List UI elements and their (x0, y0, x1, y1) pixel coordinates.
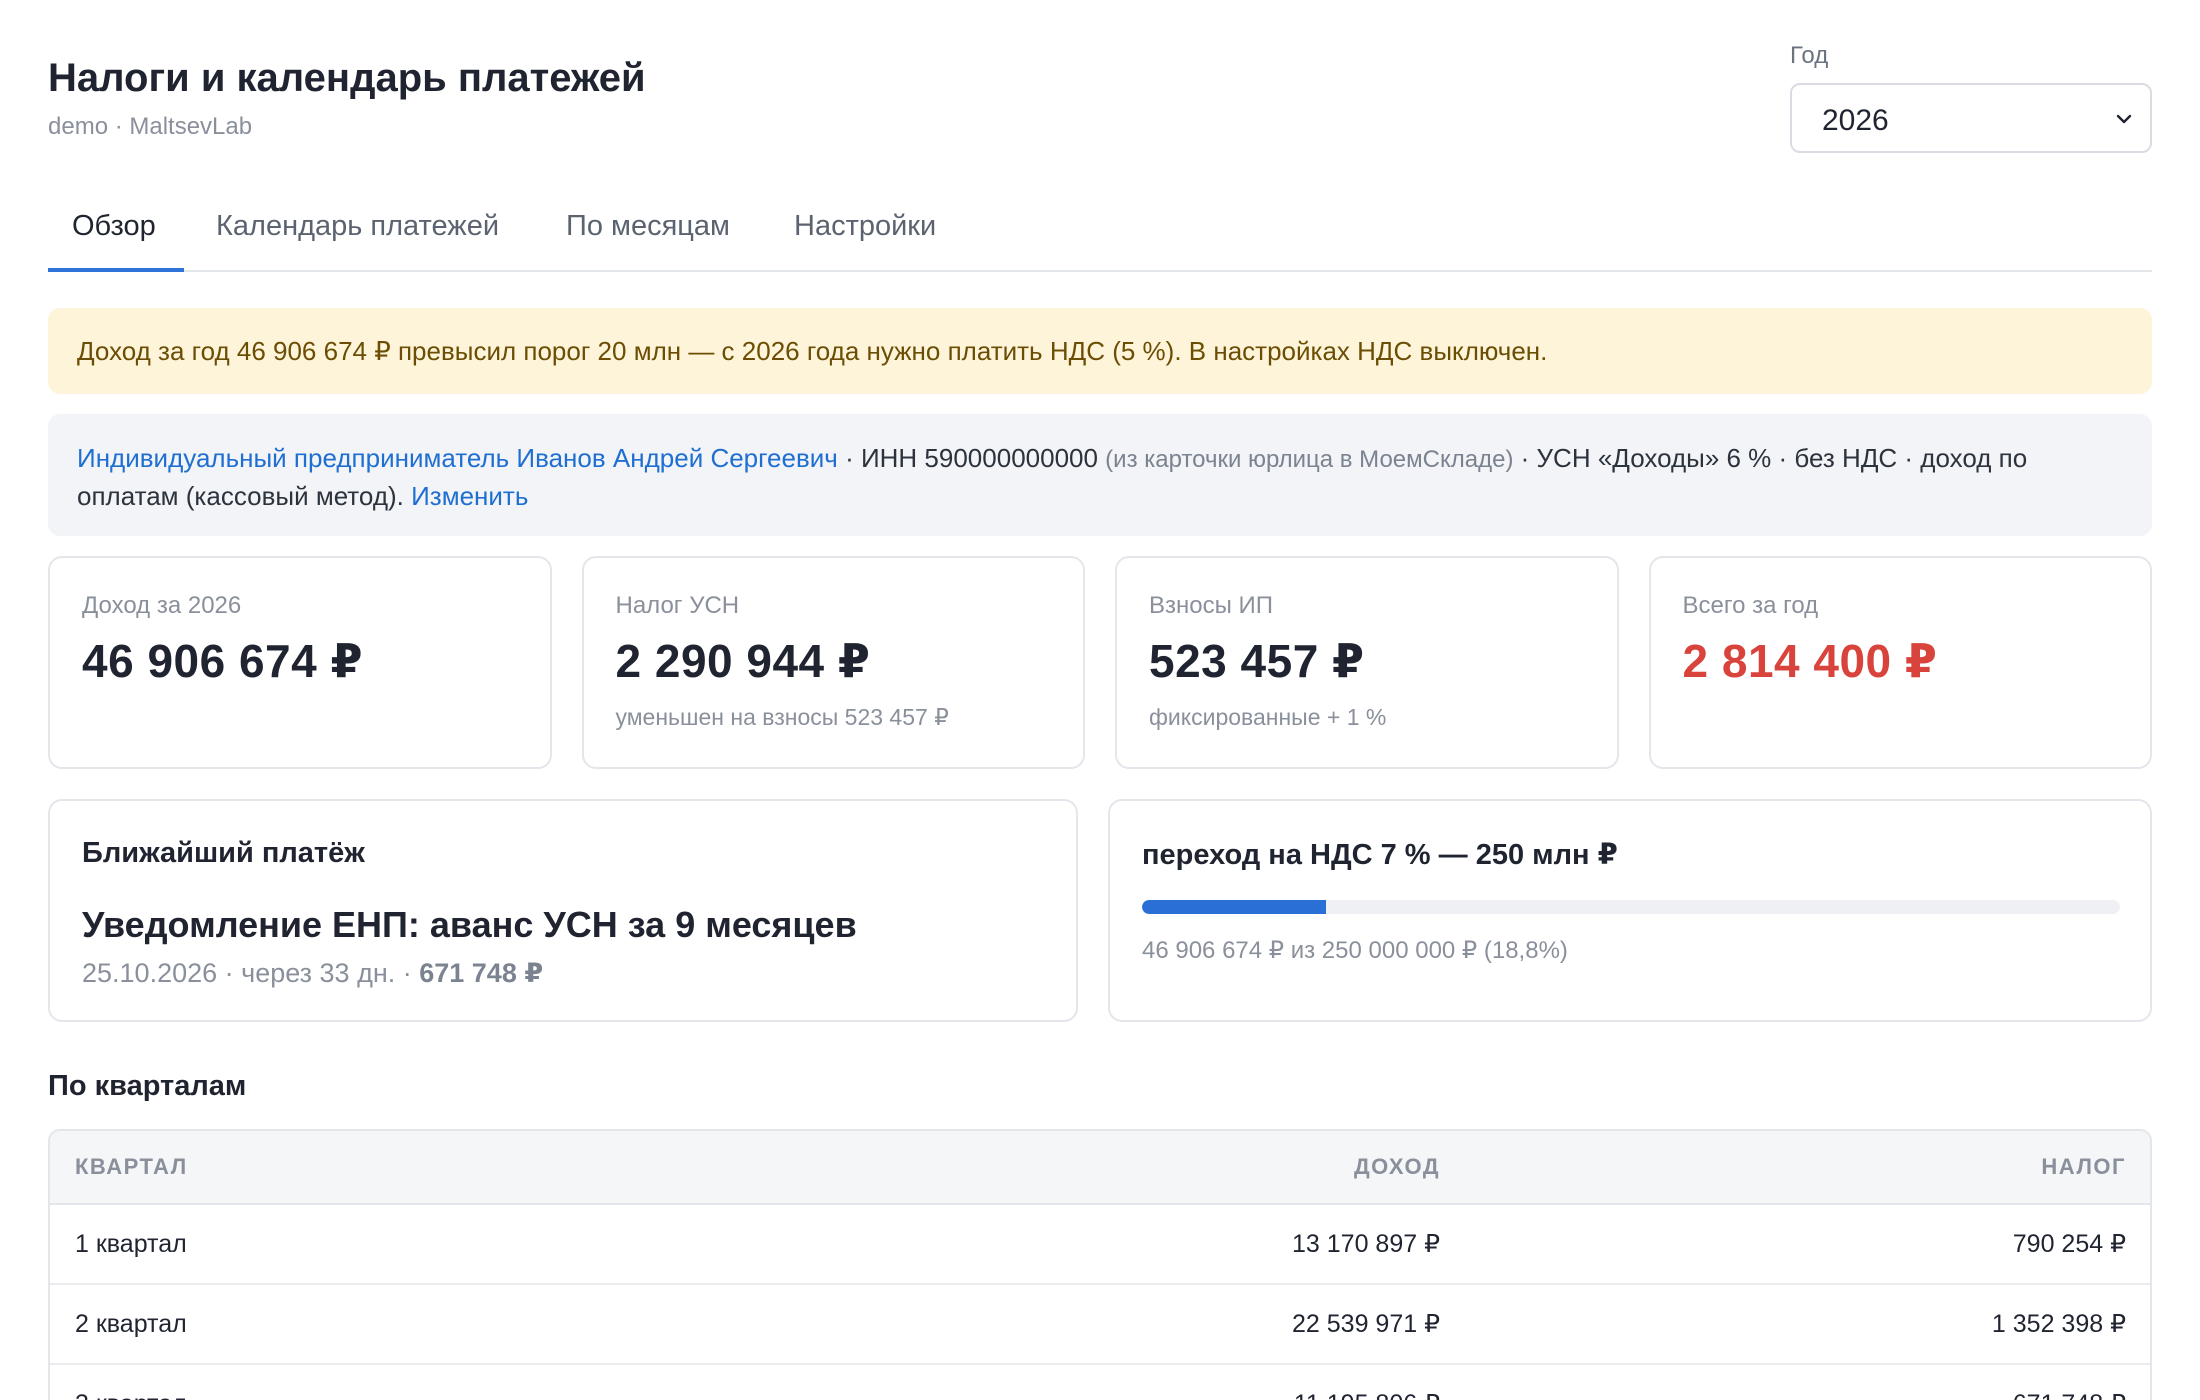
table-header: КВАРТАЛ ДОХОД НАЛОГ (50, 1131, 2150, 1205)
year-select[interactable]: 2026 (1790, 83, 2152, 153)
tab-payment-calendar[interactable]: Календарь платежей (216, 210, 499, 271)
page-title: Налоги и календарь платежей (48, 56, 646, 100)
vat-progress-fill (1142, 900, 1326, 914)
year-select-value: 2026 (1822, 104, 1889, 137)
stat-label: Доход за 2026 (82, 592, 242, 619)
table-row: 1 квартал 13 170 897 ₽ 790 254 ₽ (50, 1205, 2150, 1285)
stat-card-total: Всего за год 2 814 400 ₽ (1648, 556, 2152, 769)
cell-tax: 671 748 ₽ (1440, 1389, 2150, 1400)
stat-subtext: фиксированные + 1 % (1149, 704, 1387, 730)
column-header-tax: НАЛОГ (2041, 1154, 2126, 1179)
next-payment-amount: 671 748 ₽ (419, 958, 544, 988)
stats-row: Доход за 2026 46 906 674 ₽ Налог УСН 2 2… (48, 556, 2152, 769)
tab-overview[interactable]: Обзор (72, 210, 156, 271)
tab-settings[interactable]: Настройки (794, 210, 936, 271)
column-header-income: ДОХОД (1353, 1154, 1440, 1179)
quarters-table: КВАРТАЛ ДОХОД НАЛОГ 1 квартал 13 170 897… (48, 1129, 2152, 1400)
active-tab-indicator (48, 268, 184, 272)
year-label: Год (1790, 42, 1829, 69)
stat-value: 2 814 400 ₽ (1682, 635, 1938, 687)
cell-tax: 1 352 398 ₽ (1991, 1310, 2126, 1338)
header: Налоги и календарь платежей demo · Malts… (48, 0, 2152, 160)
change-settings-link[interactable]: Изменить (411, 481, 528, 511)
stat-subtext: уменьшен на взносы 523 457 ₽ (615, 704, 949, 730)
table-row: 3 квартал 11 195 806 ₽ 671 748 ₽ (50, 1365, 2150, 1400)
cell-quarter: 2 квартал (75, 1309, 187, 1338)
cell-quarter: 1 квартал (75, 1229, 187, 1258)
details-row: Ближайший платёж Уведомление ЕНП: аванс … (48, 799, 2152, 1022)
vat-progress-heading: переход на НДС 7 % — 250 млн ₽ (1142, 839, 1618, 871)
quarters-heading: По кварталам (48, 1070, 247, 1102)
stat-value: 46 906 674 ₽ (82, 635, 364, 687)
cell-tax: 790 254 ₽ (2012, 1230, 2126, 1258)
stat-label: Налог УСН (615, 592, 740, 619)
cell-income: 13 170 897 ₽ (1292, 1230, 1440, 1258)
page-subtitle: demo · MaltsevLab (48, 113, 253, 140)
column-header-quarter: КВАРТАЛ (75, 1154, 188, 1179)
entity-link[interactable]: Индивидуальный предприниматель Иванов Ан… (77, 443, 838, 473)
next-payment-date: 25.10.2026 · через 33 дн. · (82, 958, 420, 988)
stat-card-income: Доход за 2026 46 906 674 ₽ (48, 556, 552, 769)
chevron-down-icon (2116, 114, 2132, 124)
stat-value: 523 457 ₽ (1149, 635, 1365, 687)
cell-quarter: 3 квартал (50, 1390, 550, 1400)
next-payment-title: Уведомление ЕНП: аванс УСН за 9 месяцев (82, 904, 857, 945)
inn-text: · ИНН 590000000000 (837, 443, 1106, 473)
stat-label: Всего за год (1682, 592, 1819, 619)
stat-label: Взносы ИП (1149, 592, 1274, 619)
year-filter: Год 2026 (1790, 42, 2152, 153)
entity-info-banner: Индивидуальный предприниматель Иванов Ан… (48, 414, 2152, 536)
next-payment-heading: Ближайший платёж (82, 837, 365, 869)
next-payment-card: Ближайший платёж Уведомление ЕНП: аванс … (48, 799, 1078, 1022)
alert-text: Доход за год 46 906 674 ₽ превысил порог… (77, 336, 1548, 366)
stat-value: 2 290 944 ₽ (615, 635, 871, 687)
source-note: (из карточки юрлица в МоемСкладе) (1105, 446, 1514, 473)
vat-progress-bar (1142, 900, 2120, 914)
table-row: 2 квартал 22 539 971 ₽ 1 352 398 ₽ (50, 1285, 2150, 1365)
stat-card-usn-tax: Налог УСН 2 290 944 ₽ уменьшен на взносы… (581, 556, 1085, 769)
page: Налоги и календарь платежей demo · Malts… (0, 0, 2200, 1400)
vat-threshold-alert: Доход за год 46 906 674 ₽ превысил порог… (48, 308, 2152, 394)
vat-progress-text: 46 906 674 ₽ из 250 000 000 ₽ (18,8%) (1142, 937, 1568, 964)
stat-card-contributions: Взносы ИП 523 457 ₽ фиксированные + 1 % (1115, 556, 1619, 769)
tab-bar: Обзор Календарь платежей По месяцам Наст… (48, 160, 2152, 272)
tab-by-month[interactable]: По месяцам (566, 210, 730, 271)
cell-income: 22 539 971 ₽ (1292, 1310, 1440, 1338)
cell-income: 11 195 806 ₽ (550, 1389, 1440, 1400)
next-payment-details: 25.10.2026 · через 33 дн. · 671 748 ₽ (82, 958, 1044, 989)
vat-progress-card: переход на НДС 7 % — 250 млн ₽ 46 906 67… (1108, 799, 2152, 1022)
